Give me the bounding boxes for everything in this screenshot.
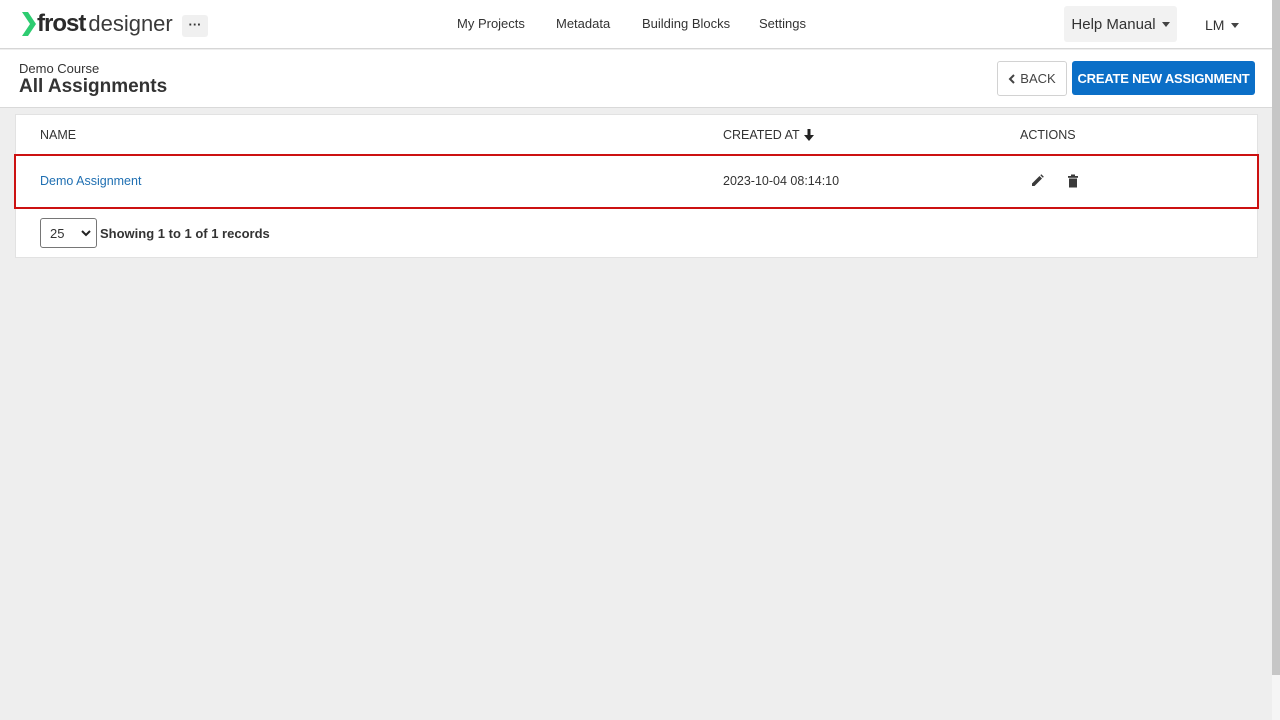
column-header-actions: ACTIONS — [1020, 128, 1076, 142]
chevron-left-icon — [1008, 73, 1016, 84]
column-header-created-at[interactable]: CREATED AT — [723, 128, 814, 142]
page-header: Demo Course All Assignments BACK CREATE … — [0, 50, 1272, 108]
page-size-select[interactable]: 25 — [40, 218, 97, 248]
column-header-name-label: NAME — [40, 128, 77, 142]
user-menu-dropdown[interactable]: LM — [1200, 16, 1244, 34]
assignments-panel: NAME CREATED AT ACTIONS Demo Assignment … — [14, 114, 1259, 258]
user-initials: LM — [1205, 17, 1225, 33]
caret-down-icon — [1161, 21, 1170, 27]
edit-pencil-icon[interactable] — [1029, 173, 1045, 189]
back-button[interactable]: BACK — [997, 61, 1067, 96]
table-header: NAME CREATED AT ACTIONS — [16, 115, 1257, 155]
delete-trash-icon[interactable] — [1065, 173, 1081, 189]
create-new-assignment-button[interactable]: CREATE NEW ASSIGNMENT — [1072, 61, 1255, 95]
scrollbar-thumb[interactable] — [1272, 0, 1280, 675]
sort-arrow-down-icon — [803, 129, 814, 141]
column-header-name[interactable]: NAME — [40, 128, 76, 142]
nav-metadata[interactable]: Metadata — [556, 16, 610, 32]
nav-settings[interactable]: Settings — [759, 16, 806, 32]
breadcrumb-course: Demo Course — [19, 61, 100, 76]
nav-my-projects[interactable]: My Projects — [457, 16, 525, 32]
assignment-name-link[interactable]: Demo Assignment — [40, 174, 141, 188]
column-header-created-at-label: CREATED AT — [723, 128, 800, 142]
pagination-row: 25 Showing 1 to 1 of 1 records — [16, 215, 1257, 255]
top-navbar: frost designer ··· My Projects Metadata … — [0, 0, 1272, 49]
page-title: All Assignments — [19, 76, 168, 97]
page-scrollbar[interactable] — [1272, 0, 1280, 720]
nav-building-blocks[interactable]: Building Blocks — [642, 16, 730, 32]
back-button-label: BACK — [1020, 71, 1056, 86]
help-manual-dropdown[interactable]: Help Manual — [1064, 6, 1177, 42]
records-info: Showing 1 to 1 of 1 records — [100, 226, 270, 241]
assignment-created-at: 2023-10-04 08:14:10 — [723, 174, 840, 188]
chevron-down-icon — [81, 230, 91, 237]
caret-down-icon — [1231, 22, 1240, 28]
page-size-value: 25 — [50, 225, 65, 241]
help-manual-label: Help Manual — [1071, 15, 1156, 33]
table-row: Demo Assignment 2023-10-04 08:14:10 — [14, 154, 1259, 209]
column-header-actions-label: ACTIONS — [1020, 128, 1076, 142]
